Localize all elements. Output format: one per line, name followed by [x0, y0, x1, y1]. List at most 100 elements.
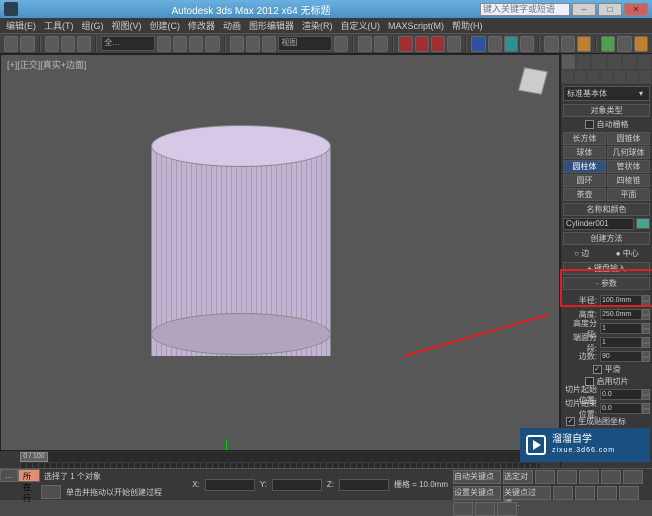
maximize-viewport-button[interactable] [497, 502, 517, 516]
height-segs-spinner[interactable]: 1 [600, 323, 642, 334]
unlink-button[interactable] [61, 36, 75, 52]
pivot-button[interactable] [334, 36, 348, 52]
object-color-swatch[interactable] [636, 218, 650, 229]
menu-rendering[interactable]: 渲染(R) [298, 19, 337, 32]
menu-maxscript[interactable]: MAXScript(M) [384, 21, 448, 31]
lock-selection-button[interactable] [41, 485, 61, 499]
rotate-button[interactable] [246, 36, 260, 52]
zoom-button[interactable] [553, 486, 573, 500]
mirror-button[interactable] [488, 36, 502, 52]
window-crossing-button[interactable] [205, 36, 219, 52]
link-button[interactable] [45, 36, 59, 52]
time-slider[interactable]: 0 / 100 [20, 452, 540, 462]
prev-frame-button[interactable] [557, 470, 577, 484]
torus-button[interactable]: 圆环 [563, 174, 606, 187]
menu-grapheditors[interactable]: 图形编辑器 [245, 19, 298, 32]
schematic-view-button[interactable] [561, 36, 575, 52]
app-logo-icon[interactable] [4, 2, 18, 16]
minimize-button[interactable]: – [572, 3, 596, 16]
teapot-button[interactable]: 茶壶 [563, 188, 606, 201]
align-button[interactable] [504, 36, 518, 52]
angle-snap-button[interactable] [415, 36, 429, 52]
edge-radio[interactable]: 边 [574, 248, 589, 259]
pan-button[interactable] [453, 502, 473, 516]
undo-button[interactable] [4, 36, 18, 52]
object-name-input[interactable]: Cylinder001 [563, 218, 634, 230]
motion-tab[interactable] [607, 54, 622, 70]
viewport[interactable]: [+][正交][真实+边面] [0, 54, 560, 500]
selection-filter-combo[interactable]: 全… [101, 36, 154, 51]
menu-customize[interactable]: 自定义(U) [337, 19, 385, 32]
object-type-rollout[interactable]: 对象类型 [563, 104, 650, 117]
goto-end-button[interactable] [623, 470, 643, 484]
close-button[interactable]: ✕ [624, 3, 648, 16]
menu-group[interactable]: 组(G) [78, 19, 108, 32]
help-search-input[interactable] [480, 3, 570, 16]
tube-button[interactable]: 管状体 [607, 160, 650, 173]
center-radio[interactable]: 中心 [616, 248, 639, 259]
zoom-all-button[interactable] [575, 486, 595, 500]
modify-tab[interactable] [576, 54, 591, 70]
orbit-button[interactable] [475, 502, 495, 516]
cylinder-button[interactable]: 圆柱体 [563, 160, 606, 173]
name-color-rollout[interactable]: 名称和颜色 [563, 203, 650, 216]
spinner-snap-button[interactable] [447, 36, 461, 52]
height-spinner[interactable]: 250.0mm [600, 309, 642, 320]
status-tab-2[interactable]: 所在行 [18, 469, 40, 482]
select-manipulate-button[interactable] [358, 36, 372, 52]
snap-toggle-button[interactable] [398, 36, 412, 52]
time-slider-handle[interactable]: 0 / 100 [20, 452, 48, 462]
next-frame-button[interactable] [601, 470, 621, 484]
rendered-frame-button[interactable] [617, 36, 631, 52]
setkey-button[interactable]: 设置关键点 [453, 486, 501, 500]
menu-help[interactable]: 帮助(H) [448, 19, 487, 32]
move-button[interactable] [230, 36, 244, 52]
hierarchy-tab[interactable] [591, 54, 606, 70]
systems-subtab[interactable] [639, 70, 652, 84]
material-editor-button[interactable] [577, 36, 591, 52]
plane-button[interactable]: 平面 [607, 188, 650, 201]
coord-z-input[interactable] [339, 479, 389, 491]
goto-start-button[interactable] [535, 470, 555, 484]
coord-x-input[interactable] [205, 479, 255, 491]
creation-method-rollout[interactable]: 创建方法 [563, 232, 650, 245]
scale-button[interactable] [262, 36, 276, 52]
coord-y-input[interactable] [272, 479, 322, 491]
sides-spinner[interactable]: 90 [600, 351, 642, 362]
percent-snap-button[interactable] [431, 36, 445, 52]
geosphere-button[interactable]: 几何球体 [607, 146, 650, 159]
smooth-checkbox[interactable]: ✓ [593, 365, 602, 374]
viewport-label[interactable]: [+][正交][真实+边面] [7, 58, 87, 71]
display-tab[interactable] [622, 54, 637, 70]
menu-edit[interactable]: 编辑(E) [2, 19, 40, 32]
slice-to-spinner[interactable]: 0.0 [600, 403, 642, 414]
autogrid-checkbox[interactable] [585, 120, 594, 129]
cone-button[interactable]: 圆锥体 [607, 132, 650, 145]
helpers-subtab[interactable] [613, 70, 626, 84]
keyboard-shortcut-button[interactable] [374, 36, 388, 52]
cameras-subtab[interactable] [600, 70, 613, 84]
zoom-extents-button[interactable] [597, 486, 617, 500]
viewcube[interactable] [517, 65, 549, 97]
named-selset-button[interactable] [471, 36, 485, 52]
redo-button[interactable] [20, 36, 34, 52]
menu-view[interactable]: 视图(V) [108, 19, 146, 32]
bind-spacewarp-button[interactable] [77, 36, 91, 52]
cap-segs-spinner[interactable]: 1 [600, 337, 642, 348]
autokey-button[interactable]: 自动关键点 [453, 470, 501, 484]
layers-button[interactable] [520, 36, 534, 52]
create-tab[interactable] [561, 54, 576, 70]
menu-modifiers[interactable]: 修改器 [184, 19, 219, 32]
menu-tools[interactable]: 工具(T) [40, 19, 78, 32]
keyfilter-button[interactable]: 关键点过滤… [503, 486, 551, 500]
render-setup-button[interactable] [601, 36, 615, 52]
curve-editor-button[interactable] [544, 36, 558, 52]
field-of-view-button[interactable] [619, 486, 639, 500]
keyboard-entry-rollout[interactable]: + 键盘输入 [563, 262, 650, 275]
shapes-subtab[interactable] [574, 70, 587, 84]
play-button[interactable] [579, 470, 599, 484]
menu-create[interactable]: 创建(C) [146, 19, 185, 32]
sphere-button[interactable]: 球体 [563, 146, 606, 159]
geometry-subtab[interactable] [561, 70, 574, 84]
lights-subtab[interactable] [587, 70, 600, 84]
